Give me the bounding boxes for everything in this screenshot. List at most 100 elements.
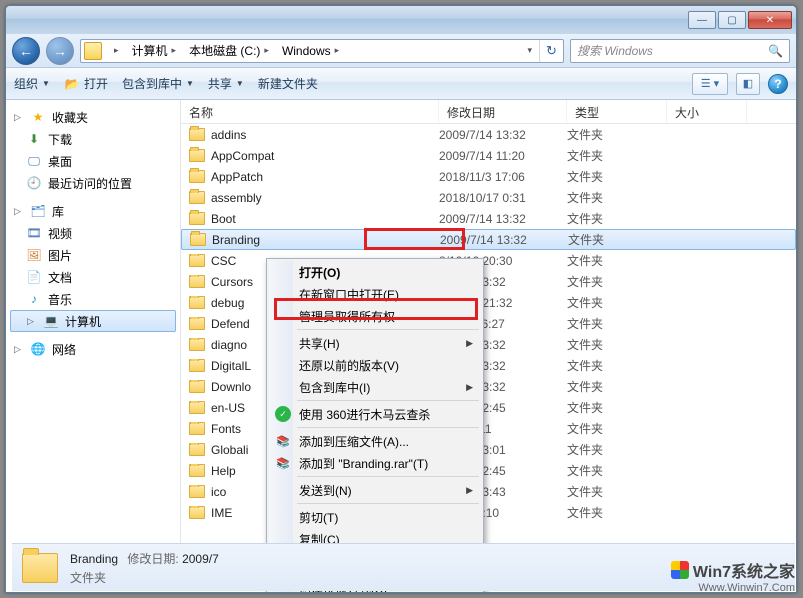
sidebar-item-computer[interactable]: ▷💻计算机 (10, 310, 176, 332)
ctx-open[interactable]: 打开(O) (269, 261, 481, 283)
breadcrumb-computer[interactable]: 计算机▸ (126, 40, 184, 62)
document-icon: 📄 (26, 269, 42, 285)
file-name: AppCompat (211, 149, 274, 163)
file-name: Globali (211, 443, 248, 457)
file-name: debug (211, 296, 244, 310)
column-size[interactable]: 大小 (667, 100, 747, 123)
sidebar-item-music[interactable]: ♪音乐 (6, 288, 180, 310)
sidebar-item-documents[interactable]: 📄文档 (6, 266, 180, 288)
close-button[interactable]: ✕ (748, 11, 792, 29)
file-name: Branding (212, 233, 260, 247)
help-button[interactable]: ? (768, 74, 788, 94)
folder-icon (189, 317, 205, 330)
preview-pane-button[interactable]: ◧ (736, 73, 760, 95)
sidebar-item-pictures[interactable]: 🖼图片 (6, 244, 180, 266)
file-row[interactable]: Boot2009/7/14 13:32文件夹 (181, 208, 796, 229)
folder-icon (189, 296, 205, 309)
file-name: IME (211, 506, 232, 520)
ctx-open-new-window[interactable]: 在新窗口中打开(E) (269, 283, 481, 305)
folder-icon (189, 212, 205, 225)
file-date: 2009/7/14 13:32 (439, 128, 567, 142)
column-date[interactable]: 修改日期 (439, 100, 567, 123)
libraries-header[interactable]: ▷🗂库 (6, 200, 180, 222)
desktop-icon: 🖵 (26, 153, 42, 169)
file-name: diagno (211, 338, 247, 352)
details-name: Branding (70, 552, 118, 566)
file-type: 文件夹 (567, 315, 667, 332)
file-date: 2009/7/14 11:20 (439, 149, 567, 163)
share-menu[interactable]: 共享▼ (208, 75, 244, 92)
windows-flag-icon (671, 561, 689, 579)
forward-button[interactable]: → (46, 37, 74, 65)
file-row[interactable]: Branding2009/7/14 13:32文件夹 (181, 229, 796, 250)
ctx-add-to-branding-rar[interactable]: 📚添加到 "Branding.rar"(T) (269, 452, 481, 474)
include-in-library-menu[interactable]: 包含到库中▼ (122, 75, 194, 92)
sidebar-item-videos[interactable]: 🎞视频 (6, 222, 180, 244)
ctx-share[interactable]: 共享(H)▶ (269, 332, 481, 354)
favorites-header[interactable]: ▷★收藏夹 (6, 106, 180, 128)
sidebar-item-recent[interactable]: 🕘最近访问的位置 (6, 172, 180, 194)
music-icon: ♪ (26, 291, 42, 307)
file-row[interactable]: AppCompat2009/7/14 11:20文件夹 (181, 145, 796, 166)
ctx-360-scan[interactable]: ✓使用 360进行木马云查杀 (269, 403, 481, 425)
file-row[interactable]: addins2009/7/14 13:32文件夹 (181, 124, 796, 145)
search-input[interactable]: 搜索 Windows 🔍 (570, 39, 790, 63)
folder-icon (189, 401, 205, 414)
titlebar[interactable]: — ▢ ✕ (6, 6, 796, 34)
ctx-restore-previous[interactable]: 还原以前的版本(V) (269, 354, 481, 376)
organize-menu[interactable]: 组织▼ (14, 75, 50, 92)
file-name: assembly (211, 191, 262, 205)
file-row[interactable]: AppPatch2018/11/3 17:06文件夹 (181, 166, 796, 187)
360-icon: ✓ (275, 406, 291, 422)
picture-icon: 🖼 (26, 247, 42, 263)
file-type: 文件夹 (567, 189, 667, 206)
minimize-button[interactable]: — (688, 11, 716, 29)
sidebar-item-desktop[interactable]: 🖵桌面 (6, 150, 180, 172)
new-folder-button[interactable]: 新建文件夹 (258, 75, 318, 92)
refresh-button[interactable]: ↻ (539, 40, 563, 62)
column-name[interactable]: 名称 (181, 100, 439, 123)
ctx-add-to-archive[interactable]: 📚添加到压缩文件(A)... (269, 430, 481, 452)
folder-icon (84, 42, 102, 60)
file-name: DigitalL (211, 359, 251, 373)
ctx-send-to[interactable]: 发送到(N)▶ (269, 479, 481, 501)
folder-icon (189, 506, 205, 519)
breadcrumb-root[interactable]: ▸ (104, 40, 126, 62)
address-bar: ← → ▸ 计算机▸ 本地磁盘 (C:)▸ Windows▸ ▾ ↻ 搜索 Wi… (6, 34, 796, 68)
network-icon: 🌐 (30, 341, 46, 357)
rar-icon: 📚 (275, 433, 291, 449)
file-name: addins (211, 128, 246, 142)
file-row[interactable]: assembly 2018/10/17 0:31文件夹 (181, 187, 796, 208)
file-date: 2018/10/17 0:31 (439, 191, 567, 205)
ctx-cut[interactable]: 剪切(T) (269, 506, 481, 528)
breadcrumb-windows[interactable]: Windows▸ (276, 40, 346, 62)
file-type: 文件夹 (567, 252, 667, 269)
breadcrumb-dropdown[interactable]: ▾ (517, 40, 539, 62)
column-type[interactable]: 类型 (567, 100, 667, 123)
folder-icon (189, 254, 205, 267)
maximize-button[interactable]: ▢ (718, 11, 746, 29)
ctx-admin-take-ownership[interactable]: 管理员取得所有权 (269, 305, 481, 327)
computer-icon: 💻 (43, 313, 59, 329)
folder-icon (189, 128, 205, 141)
file-type: 文件夹 (567, 210, 667, 227)
back-button[interactable]: ← (12, 37, 40, 65)
breadcrumb-drive-c[interactable]: 本地磁盘 (C:)▸ (183, 40, 276, 62)
open-button[interactable]: 📂打开 (64, 75, 108, 92)
folder-icon (189, 191, 205, 204)
file-type: 文件夹 (567, 273, 667, 290)
folder-icon (189, 275, 205, 288)
sidebar-item-network[interactable]: ▷🌐网络 (6, 338, 180, 360)
details-date-value: 2009/7 (182, 552, 219, 566)
column-headers[interactable]: 名称 修改日期 类型 大小 (181, 100, 796, 124)
file-type: 文件夹 (568, 231, 668, 248)
file-type: 文件夹 (567, 378, 667, 395)
view-mode-button[interactable]: ☰ ▾ (692, 73, 728, 95)
breadcrumb[interactable]: ▸ 计算机▸ 本地磁盘 (C:)▸ Windows▸ ▾ ↻ (80, 39, 564, 63)
video-icon: 🎞 (26, 225, 42, 241)
ctx-include-in-library[interactable]: 包含到库中(I)▶ (269, 376, 481, 398)
search-placeholder: 搜索 Windows (577, 42, 653, 59)
sidebar-item-downloads[interactable]: ⬇下载 (6, 128, 180, 150)
file-type: 文件夹 (567, 294, 667, 311)
folder-icon (189, 359, 205, 372)
